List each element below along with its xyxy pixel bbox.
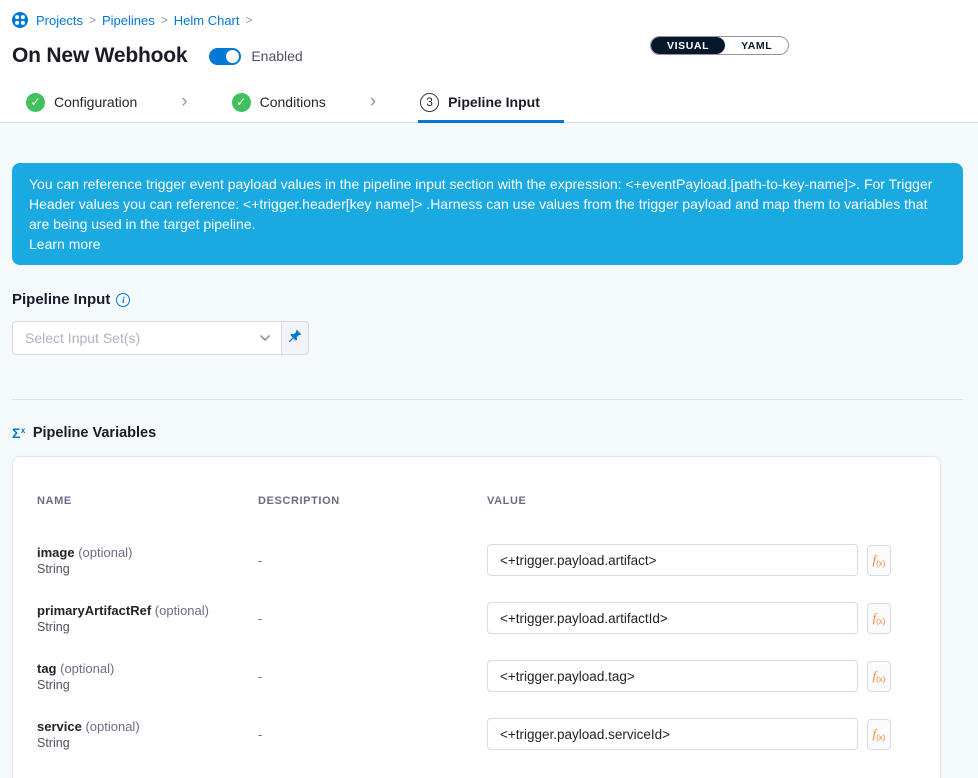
pin-input-set-button[interactable] (282, 321, 309, 355)
pin-icon (287, 328, 303, 349)
check-icon: ✓ (232, 93, 251, 112)
title-row: On New Webhook Enabled (12, 44, 966, 84)
toggle-knob (226, 50, 239, 63)
expression-fx-button[interactable]: f(x) (867, 545, 891, 576)
variable-value-cell: f(x) (487, 718, 916, 750)
column-header-value: VALUE (487, 495, 916, 531)
input-set-select-wrap (12, 321, 282, 355)
variable-description: - (258, 611, 487, 626)
breadcrumb-separator: > (246, 13, 253, 27)
pipeline-variables-heading-row: Σx Pipeline Variables (12, 425, 966, 441)
variable-value-cell: f(x) (487, 660, 916, 692)
expression-fx-button[interactable]: f(x) (867, 603, 891, 634)
pipeline-variables-heading: Pipeline Variables (33, 425, 156, 441)
check-icon: ✓ (26, 93, 45, 112)
breadcrumb: Projects > Pipelines > Helm Chart > (12, 12, 966, 28)
variable-description: - (258, 553, 487, 568)
variable-name-cell: service (optional) String (37, 705, 258, 763)
variable-name-cell: primaryArtifactRef (optional) String (37, 589, 258, 647)
sigma-variables-icon: Σx (12, 425, 25, 441)
chevron-right-icon: › (370, 84, 376, 122)
tab-configuration[interactable]: ✓ Configuration (24, 84, 139, 123)
expression-fx-button[interactable]: f(x) (867, 719, 891, 750)
variable-type: String (37, 678, 258, 692)
visual-mode-button[interactable]: VISUAL (651, 37, 725, 54)
tab-pipeline-input[interactable]: 3 Pipeline Input (418, 84, 564, 123)
enabled-toggle-label: Enabled (251, 48, 302, 64)
breadcrumb-pipelines[interactable]: Pipelines (102, 13, 155, 28)
variable-description: - (258, 669, 487, 684)
tab-configuration-label: Configuration (54, 94, 137, 110)
variable-name: image (37, 545, 75, 560)
breadcrumb-separator: > (89, 13, 96, 27)
variable-value-input[interactable] (487, 660, 858, 692)
variable-name-cell: tag (optional) String (37, 647, 258, 705)
breadcrumb-projects[interactable]: Projects (36, 13, 83, 28)
wizard-tabbar: ✓ Configuration › ✓ Conditions › 3 Pipel… (0, 84, 978, 123)
page-header: Projects > Pipelines > Helm Chart > On N… (0, 0, 978, 84)
variable-value-input[interactable] (487, 602, 858, 634)
expression-fx-button[interactable]: f(x) (867, 661, 891, 692)
variable-description: - (258, 727, 487, 742)
column-header-name: NAME (37, 495, 258, 531)
input-set-select[interactable] (12, 321, 282, 355)
variable-value-input[interactable] (487, 718, 858, 750)
tab-pipeline-input-label: Pipeline Input (448, 94, 540, 110)
info-banner-text: You can reference trigger event payload … (29, 176, 932, 232)
input-set-row (12, 321, 966, 355)
step-number-icon: 3 (420, 93, 439, 112)
variable-value-cell: f(x) (487, 544, 916, 576)
pipeline-input-heading: Pipeline Input (12, 291, 110, 308)
tab-conditions-label: Conditions (260, 94, 326, 110)
main-content: You can reference trigger event payload … (0, 123, 978, 778)
variable-name: primaryArtifactRef (37, 603, 151, 618)
variable-optional-tag: (optional) (78, 545, 132, 560)
learn-more-link[interactable]: Learn more (29, 234, 101, 254)
projects-grid-icon (12, 12, 28, 28)
breadcrumb-separator: > (161, 13, 168, 27)
variable-optional-tag: (optional) (85, 719, 139, 734)
breadcrumb-helm-chart[interactable]: Helm Chart (174, 13, 240, 28)
variable-name: tag (37, 661, 57, 676)
pipeline-input-heading-row: Pipeline Input i (12, 291, 966, 308)
tab-conditions[interactable]: ✓ Conditions (230, 84, 328, 123)
info-icon[interactable]: i (116, 293, 130, 307)
variable-type: String (37, 620, 258, 634)
page-title: On New Webhook (12, 44, 187, 68)
pipeline-variables-table: NAME DESCRIPTION VALUE image (optional) … (37, 495, 916, 763)
variable-name-cell: image (optional) String (37, 531, 258, 589)
section-divider (12, 399, 963, 400)
variable-value-input[interactable] (487, 544, 858, 576)
variable-optional-tag: (optional) (155, 603, 209, 618)
visual-yaml-toggle: VISUAL YAML (650, 36, 789, 55)
chevron-right-icon: › (181, 84, 187, 122)
pipeline-variables-card: NAME DESCRIPTION VALUE image (optional) … (12, 456, 941, 778)
info-banner: You can reference trigger event payload … (12, 163, 963, 265)
trigger-config-page: Projects > Pipelines > Helm Chart > On N… (0, 0, 978, 778)
yaml-mode-button[interactable]: YAML (725, 37, 788, 54)
variable-value-cell: f(x) (487, 602, 916, 634)
variable-type: String (37, 562, 258, 576)
column-header-description: DESCRIPTION (258, 495, 487, 531)
enabled-toggle[interactable] (209, 48, 241, 65)
variable-optional-tag: (optional) (60, 661, 114, 676)
variable-name: service (37, 719, 82, 734)
variable-type: String (37, 736, 258, 750)
